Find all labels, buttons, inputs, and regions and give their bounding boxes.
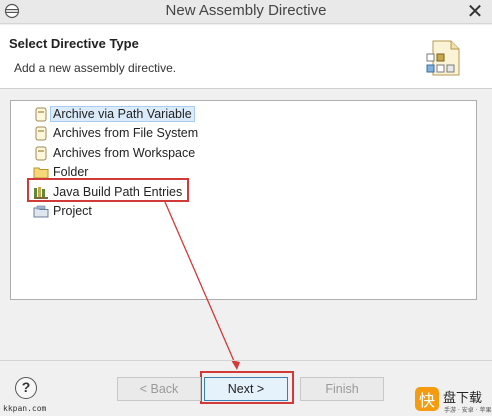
back-button[interactable]: < Back [117,377,201,401]
tree-item-archive-via-path-variable[interactable]: Archive via Path Variable [33,105,195,123]
project-icon [33,205,49,218]
tree-item-label: Folder [53,165,89,179]
next-button[interactable]: Next > [204,377,288,401]
tree-item-archives-from-workspace[interactable]: Archives from Workspace [33,144,195,162]
title-bar: New Assembly Directive ✕ [0,0,492,24]
page-title: Select Directive Type [9,36,139,51]
archive-icon [35,146,47,161]
folder-icon [33,167,49,179]
footer-divider [0,360,492,361]
svg-text:手游 · 安卓 · 苹果: 手游 · 安卓 · 苹果 [444,406,491,414]
tree-item-java-build-path-entries[interactable]: Java Build Path Entries [33,183,182,201]
tree-item-archives-from-file-system[interactable]: Archives from File System [33,124,198,142]
tree-item-label: Archives from File System [53,126,199,140]
tree-item-project[interactable]: Project [33,202,92,220]
window-title: New Assembly Directive [165,2,327,19]
tree-item-label: Java Build Path Entries [53,185,183,199]
tree-item-label: Archives from Workspace [53,146,196,160]
svg-text:快: 快 [419,391,435,410]
wizard-header: Select Directive Type Add a new assembly… [0,25,492,89]
assembly-wizard-icon [426,40,460,76]
help-button[interactable]: ? [15,377,37,399]
tree-item-label: Archive via Path Variable [50,106,195,122]
library-icon [34,187,48,199]
watermark-site: kkpan.com [3,404,47,413]
help-icon: ? [21,379,31,395]
archive-icon [35,126,47,141]
close-button[interactable]: ✕ [464,1,486,23]
svg-text:盘下载: 盘下载 [443,390,482,406]
page-description: Add a new assembly directive. [14,61,177,75]
directive-type-tree[interactable]: Archive via Path Variable Archives from … [10,100,477,300]
tree-item-folder[interactable]: Folder [33,163,88,181]
brand-watermark-logo: 快 盘下载 手游 · 安卓 · 苹果 [415,387,491,414]
tree-item-label: Project [53,204,92,218]
close-icon: ✕ [466,1,484,23]
finish-button[interactable]: Finish [300,377,384,401]
archive-icon [35,107,47,122]
